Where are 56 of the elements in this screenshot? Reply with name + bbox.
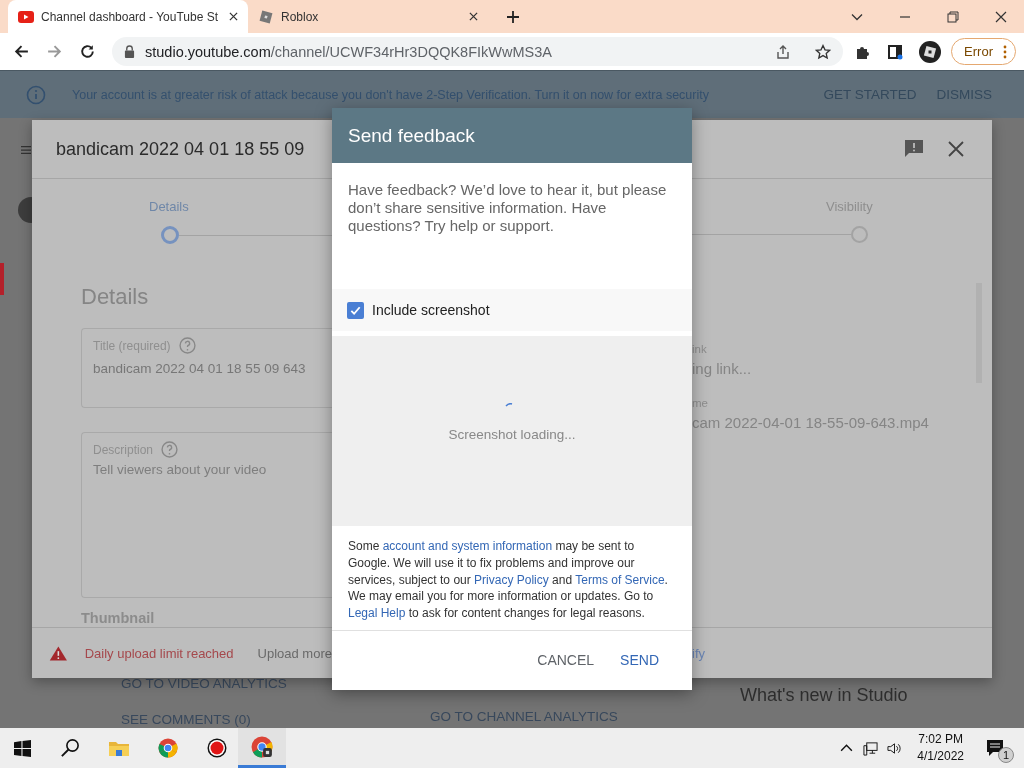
browser-tab[interactable]: Roblox — [248, 0, 488, 33]
checkbox-label[interactable]: Include screenshot — [372, 302, 490, 318]
search-icon[interactable] — [60, 738, 80, 758]
reload-icon[interactable] — [79, 43, 96, 60]
close-icon[interactable] — [994, 10, 1008, 24]
legal-link[interactable]: Legal Help — [348, 606, 406, 621]
warning-text: Daily upload limit reached — [84, 645, 234, 661]
description-input[interactable]: Tell viewers about your video — [93, 462, 332, 522]
intro-text: Have feedback? We’d love to hear it, but please don’t share sensitive information. Have questions? Try help or support. — [348, 181, 668, 236]
network-icon[interactable] — [863, 740, 879, 756]
taskbar-app[interactable] — [238, 728, 286, 768]
restore-icon[interactable] — [946, 10, 960, 24]
legal-link[interactable]: Terms of Service — [575, 572, 665, 587]
loading-text: Screenshot loading... — [448, 426, 576, 442]
checkbox[interactable] — [347, 301, 364, 319]
send-button[interactable]: SEND — [607, 646, 672, 675]
feedback-icon[interactable] — [904, 139, 924, 159]
notification-badge: 1 — [998, 747, 1014, 763]
star-icon[interactable] — [815, 43, 832, 60]
chrome-icon[interactable] — [158, 738, 178, 758]
back-arrow-icon[interactable] — [13, 43, 30, 60]
record-icon[interactable] — [207, 738, 227, 758]
clock[interactable]: 7:02 PM 4/1/2022 — [917, 731, 964, 765]
close-icon[interactable] — [469, 12, 478, 21]
close-icon[interactable] — [946, 139, 966, 159]
speaker-icon[interactable] — [887, 740, 903, 756]
link-text: ing link... — [692, 360, 752, 377]
notification-icon[interactable] — [986, 739, 1004, 757]
new-tab-icon[interactable] — [506, 10, 520, 24]
chrome-icon — [251, 735, 273, 758]
dialog-title: Send feedback — [348, 124, 475, 147]
active-indicator — [0, 263, 4, 295]
close-icon[interactable] — [229, 12, 238, 21]
filename-text: cam 2022-04-01 18-55-09-643.mp4 — [692, 414, 929, 431]
section-heading: Details — [81, 284, 149, 310]
legal-link[interactable]: account and system information — [382, 539, 553, 553]
address-field[interactable]: studio.youtube.com/channel/UCWF34rHr3DQQK8FIkWwMS3A — [112, 37, 844, 66]
cancel-button[interactable]: CANCEL — [524, 646, 608, 675]
menu-icon[interactable] — [21, 145, 31, 155]
lock-icon — [124, 45, 135, 58]
windows-start-icon[interactable] — [14, 739, 31, 757]
section-heading: What's new in Studio — [740, 685, 908, 706]
upload-more-text: Upload more — [257, 645, 332, 661]
dialog-title: bandicam 2022 04 01 18 55 09 — [56, 138, 305, 160]
legal-text: Some account and system information may be sent to Google. We will use it to fix problems and improve our services, subject to our Privacy Policy and Terms of Service. We may email you for more information or updates. Go to Legal Help to ask for content changes for legal reasons. — [332, 526, 692, 631]
browser-tab[interactable]: Channel dashboard - YouTube St — [8, 0, 248, 33]
share-icon[interactable] — [775, 43, 792, 60]
vertical-dots-icon — [1003, 44, 1007, 59]
info-icon — [26, 84, 46, 105]
profile-avatar-icon[interactable] — [919, 40, 942, 63]
error-button[interactable]: Error — [951, 38, 1016, 65]
legal-link[interactable]: Privacy Policy — [474, 572, 549, 587]
sidebar-icon[interactable] — [887, 43, 904, 60]
play-logo-icon — [18, 9, 34, 24]
loading-spinner-icon — [505, 402, 513, 407]
forward-arrow-icon[interactable] — [46, 43, 63, 60]
